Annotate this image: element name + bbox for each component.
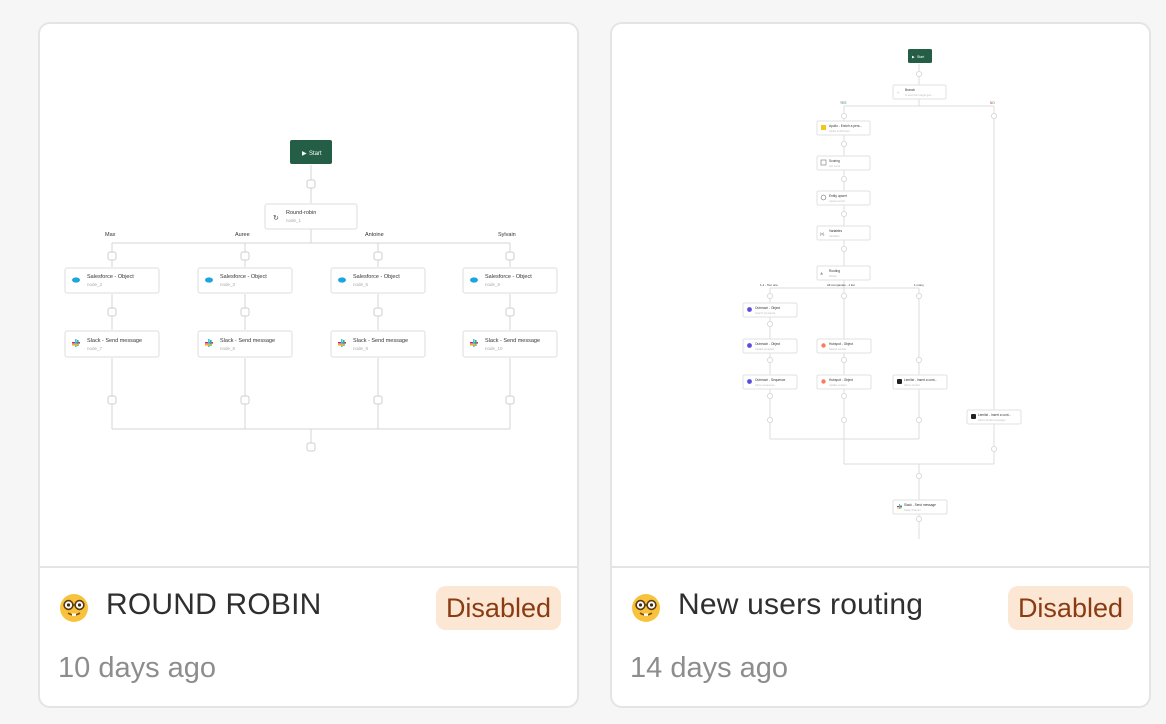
salesforce-icon xyxy=(338,277,346,283)
svg-text:node_7: node_7 xyxy=(87,346,103,351)
svg-text:Outreach - Object: Outreach - Object xyxy=(755,306,780,310)
svg-text:Search contact: Search contact xyxy=(829,347,847,351)
svg-text:Entity upsert: Entity upsert xyxy=(829,194,847,198)
outreach-icon xyxy=(747,307,752,312)
svg-text:node_9: node_9 xyxy=(353,346,369,351)
svg-text:node_3: node_3 xyxy=(220,282,236,287)
svg-text:Outreach - Object: Outreach - Object xyxy=(755,342,780,346)
svg-text:Salesforce - Object: Salesforce - Object xyxy=(87,274,134,280)
rotate-icon: ↻ xyxy=(273,215,279,222)
svg-text:Outreach - Sequence: Outreach - Sequence xyxy=(755,378,786,382)
svg-text:Branch: Branch xyxy=(905,88,915,92)
svg-text:Update prospect: Update prospect xyxy=(755,347,774,351)
updated-timestamp: 10 days ago xyxy=(58,652,217,684)
svg-text:Slack - Send message: Slack - Send message xyxy=(353,338,408,344)
lemlist-nodes: Lemlist - Insert a cont... Add to lemlis… xyxy=(892,374,1022,425)
svg-text:Apollo - Enrich a pers...: Apollo - Enrich a pers... xyxy=(829,124,862,128)
svg-text:Get score: Get score xyxy=(829,164,841,168)
workflow-card-new-users-routing[interactable]: ▶ Start ⑂ Branch Is user from target geo… xyxy=(610,22,1151,708)
svg-text:All companies - 1 tier: All companies - 1 tier xyxy=(827,283,855,287)
svg-text:Slack - Send message: Slack - Send message xyxy=(904,503,936,507)
svg-text:Search prospects: Search prospects xyxy=(755,311,776,315)
svg-text:Update contact: Update contact xyxy=(829,383,847,387)
branch-icon: ⑂ xyxy=(897,91,899,95)
status-badge: Disabled xyxy=(1007,586,1133,630)
scoring-icon xyxy=(820,159,827,166)
svg-text:Upsert record: Upsert record xyxy=(829,199,845,203)
outreach-icon xyxy=(747,343,752,348)
workflow-preview: ▶ Start ↻ Round-robin node_1 Max Auree A… xyxy=(40,24,577,566)
branch-label: Auree xyxy=(235,232,250,238)
updated-timestamp: 14 days ago xyxy=(630,652,789,684)
routing-icon: ⋔ xyxy=(820,271,823,276)
workflow-name: ROUND ROBIN xyxy=(106,588,322,621)
svg-text:node_6: node_6 xyxy=(485,282,501,287)
outreach-column: Outreach - Object Search prospects Outre… xyxy=(742,302,798,390)
apollo-icon xyxy=(821,125,826,130)
workflow-diagram: ▶ Start ⑂ Branch Is user from target geo… xyxy=(742,49,1022,539)
svg-text:Slack - Send message: Slack - Send message xyxy=(87,338,142,344)
svg-text:Is user from target geo...: Is user from target geo... xyxy=(905,93,934,97)
svg-text:Slack - Send message: Slack - Send message xyxy=(220,338,275,344)
svg-text:Variables: Variables xyxy=(829,229,842,233)
workflow-diagram: ▶ Start ↻ Round-robin node_1 Max Auree A… xyxy=(64,140,558,452)
lemlist-icon xyxy=(897,379,902,384)
hubspot-icon xyxy=(821,343,826,348)
start-label: Start xyxy=(309,151,322,157)
svg-text:Scoring: Scoring xyxy=(829,159,840,163)
svg-text:Router: Router xyxy=(829,274,837,278)
card-footer: ROUND ROBIN Disabled 10 days ago xyxy=(40,568,577,706)
slack-row: Slack - Send message node_7 Slack - Send… xyxy=(64,330,558,358)
svg-text:node_5: node_5 xyxy=(353,282,369,287)
status-badge: Disabled xyxy=(435,586,561,630)
workflow-name: New users routing xyxy=(678,588,924,621)
svg-text:Routing: Routing xyxy=(829,269,840,273)
lemlist-icon xyxy=(971,414,976,419)
svg-text:1-1 - Tier one: 1-1 - Tier one xyxy=(760,283,778,287)
salesforce-icon xyxy=(205,277,213,283)
svg-text:Add to sequence: Add to sequence xyxy=(755,383,775,387)
svg-text:Apollo enrichment: Apollo enrichment xyxy=(829,129,850,133)
workflow-card-round-robin[interactable]: ▶ Start ↻ Round-robin node_1 Max Auree A… xyxy=(38,22,579,708)
svg-text:Lemlist - Insert a cont...: Lemlist - Insert a cont... xyxy=(904,378,937,382)
salesforce-icon xyxy=(72,277,80,283)
branch-label: Antoine xyxy=(365,232,384,238)
outreach-icon xyxy=(747,379,752,384)
workflow-preview: ▶ Start ⑂ Branch Is user from target geo… xyxy=(612,24,1149,566)
svg-text:Variables: Variables xyxy=(829,234,840,238)
upsert-icon xyxy=(820,194,827,201)
svg-text:Salesforce - Object: Salesforce - Object xyxy=(353,274,400,280)
salesforce-icon xyxy=(470,277,478,283)
branch-label: Sylvain xyxy=(498,232,516,238)
nerd-face-emoji-icon xyxy=(632,594,660,622)
card-footer: New users routing Disabled 14 days ago xyxy=(612,568,1149,706)
variables-icon: {x} xyxy=(820,232,825,236)
svg-text:node_8: node_8 xyxy=(220,346,236,351)
node-sub: node_1 xyxy=(286,218,302,223)
svg-text:YES: YES xyxy=(840,101,846,105)
svg-text:NO: NO xyxy=(990,101,995,105)
hubspot-icon xyxy=(821,379,826,384)
svg-text:node_2: node_2 xyxy=(87,282,103,287)
svg-text:Lemlist - Insert a cont...: Lemlist - Insert a cont... xyxy=(978,413,1011,417)
svg-text:1 many: 1 many xyxy=(914,283,924,287)
svg-text:Add to lemlist campaign: Add to lemlist campaign xyxy=(978,418,1006,422)
svg-text:Add to lemlist: Add to lemlist xyxy=(904,383,920,387)
svg-text:Hubspot - Object: Hubspot - Object xyxy=(829,342,853,346)
svg-text:Hubspot - Object: Hubspot - Object xyxy=(829,378,853,382)
branch-label: Max xyxy=(105,232,116,238)
svg-text:Slack - Send message: Slack - Send message xyxy=(485,338,540,344)
svg-text:Notify channel: Notify channel xyxy=(904,508,921,512)
svg-text:Salesforce - Object: Salesforce - Object xyxy=(485,274,532,280)
play-icon: ▶ xyxy=(912,55,915,59)
svg-text:Start: Start xyxy=(917,55,924,59)
play-icon: ▶ xyxy=(302,151,307,157)
svg-text:node_10: node_10 xyxy=(485,346,503,351)
salesforce-row: Salesforce - Object node_2 Salesforce - … xyxy=(64,267,558,294)
nerd-face-emoji-icon xyxy=(60,594,88,622)
svg-text:Salesforce - Object: Salesforce - Object xyxy=(220,274,267,280)
node-title: Round-robin xyxy=(286,210,316,216)
